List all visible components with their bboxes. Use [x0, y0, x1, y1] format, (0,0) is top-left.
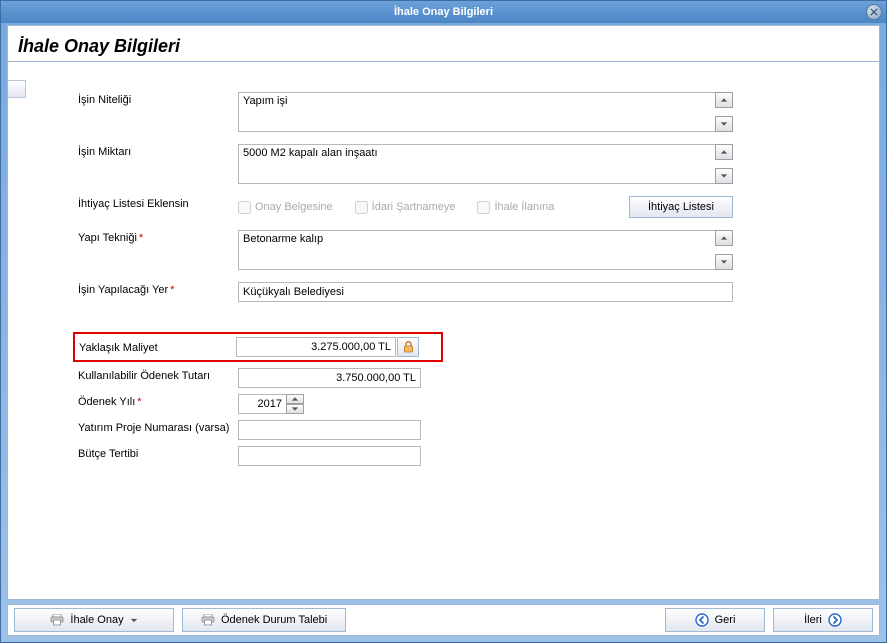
- value-kullanilabilir-odenek: 3.750.000,00 TL: [238, 368, 421, 388]
- lock-button[interactable]: [397, 337, 419, 357]
- input-isin-yapilacagi-yer[interactable]: [238, 282, 733, 302]
- ihtiyac-listesi-button[interactable]: İhtiyaç Listesi: [629, 196, 733, 218]
- input-yatirim-proje-no[interactable]: [238, 420, 421, 440]
- isin-miktari-up[interactable]: [715, 144, 733, 160]
- form-area: İşin Niteliği İşin Miktarı: [8, 62, 879, 482]
- chevron-down-icon: [291, 406, 299, 412]
- close-icon: [870, 8, 878, 16]
- ihale-onay-button[interactable]: İhale Onay: [14, 608, 174, 632]
- isin-niteligi-down[interactable]: [715, 116, 733, 132]
- page-title: İhale Onay Bilgileri: [8, 26, 879, 62]
- label-butce-tertibi: Bütçe Tertibi: [78, 446, 238, 460]
- lock-icon: [403, 341, 414, 353]
- input-yaklasik-maliyet[interactable]: [236, 337, 396, 357]
- isin-miktari-down[interactable]: [715, 168, 733, 184]
- chevron-up-icon: [720, 97, 728, 103]
- check-idari-sartnameye[interactable]: İdari Şartnameye: [355, 201, 456, 214]
- checkbox-ihale-ilanina[interactable]: [477, 201, 490, 214]
- label-kullanilabilir-odenek: Kullanılabilir Ödenek Tutarı: [78, 368, 238, 382]
- chevron-down-icon: [720, 173, 728, 179]
- chevron-up-icon: [720, 235, 728, 241]
- input-odenek-yili[interactable]: [238, 394, 286, 414]
- app-window: İhale Onay Bilgileri İhale Onay Bilgiler…: [0, 0, 887, 643]
- odenek-durum-talebi-button[interactable]: Ödenek Durum Talebi: [182, 608, 346, 632]
- check-onay-belgesine[interactable]: Onay Belgesine: [238, 201, 333, 214]
- chevron-up-icon: [291, 396, 299, 402]
- close-button[interactable]: [866, 4, 882, 20]
- content-panel: İhale Onay Bilgileri İşin Niteliği İşin …: [7, 25, 880, 600]
- window-title: İhale Onay Bilgileri: [394, 6, 493, 18]
- arrow-right-icon: [828, 613, 842, 627]
- check-ihale-ilanina[interactable]: İhale İlanına: [477, 201, 554, 214]
- label-ihtiyac-listesi-eklensin: İhtiyaç Listesi Eklensin: [78, 196, 238, 210]
- label-yapi-teknigi: Yapı Tekniği*: [78, 230, 238, 244]
- yapi-teknigi-down[interactable]: [715, 254, 733, 270]
- chevron-down-icon: [720, 259, 728, 265]
- side-tab[interactable]: [8, 80, 26, 98]
- arrow-left-icon: [695, 613, 709, 627]
- label-odenek-yili: Ödenek Yılı*: [78, 394, 238, 408]
- geri-button[interactable]: Geri: [665, 608, 765, 632]
- footer-bar: İhale Onay Ödenek Durum Talebi Geri İler…: [7, 604, 880, 636]
- isin-niteligi-up[interactable]: [715, 92, 733, 108]
- input-butce-tertibi[interactable]: [238, 446, 421, 466]
- printer-icon: [201, 614, 215, 626]
- printer-icon: [50, 614, 64, 626]
- input-isin-miktari[interactable]: [238, 144, 715, 184]
- odenek-yili-down[interactable]: [286, 404, 304, 414]
- yapi-teknigi-up[interactable]: [715, 230, 733, 246]
- label-yaklasik-maliyet: Yaklaşık Maliyet: [79, 340, 236, 354]
- label-isin-yapilacagi-yer: İşin Yapılacağı Yer*: [78, 282, 238, 296]
- checkbox-onay-belgesine[interactable]: [238, 201, 251, 214]
- yaklasik-maliyet-highlight: Yaklaşık Maliyet: [73, 332, 443, 362]
- input-yapi-teknigi[interactable]: [238, 230, 715, 270]
- odenek-yili-up[interactable]: [286, 394, 304, 404]
- chevron-down-icon: [130, 618, 138, 623]
- input-isin-niteligi[interactable]: [238, 92, 715, 132]
- chevron-down-icon: [720, 121, 728, 127]
- checkbox-idari-sartnameye[interactable]: [355, 201, 368, 214]
- titlebar: İhale Onay Bilgileri: [1, 1, 886, 23]
- chevron-up-icon: [720, 149, 728, 155]
- label-isin-niteligi: İşin Niteliği: [78, 92, 238, 106]
- label-isin-miktari: İşin Miktarı: [78, 144, 238, 158]
- ileri-button[interactable]: İleri: [773, 608, 873, 632]
